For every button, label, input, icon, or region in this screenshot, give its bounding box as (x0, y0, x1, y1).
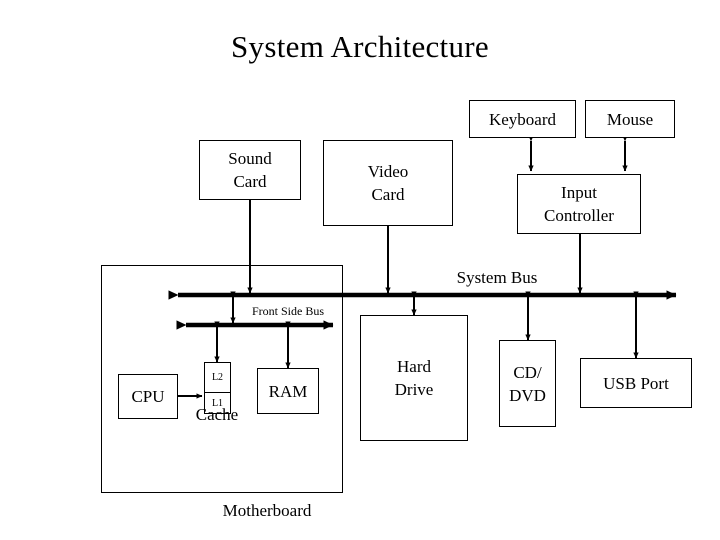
video-card-label: Video Card (367, 162, 409, 204)
mouse-box[interactable]: Mouse (585, 100, 675, 138)
cpu-box[interactable]: CPU (118, 374, 178, 419)
cd-dvd-box[interactable]: CD/DVD (499, 340, 556, 427)
video-card-box[interactable]: Video Card (323, 140, 453, 226)
hard-drive-label: Hard Drive (394, 357, 434, 399)
bus-lines (168, 290, 677, 330)
cache-level-l2-label: L2 (211, 372, 224, 383)
hard-drive-box[interactable]: Hard Drive (360, 315, 468, 441)
cache-level-l2-cell: L2 (205, 363, 230, 393)
front-side-bus-label: Front Side Bus (251, 304, 324, 318)
input-controller-box[interactable]: Input Controller (517, 174, 641, 234)
motherboard-label: Motherboard (222, 501, 312, 520)
cpu-label: CPU (131, 387, 165, 406)
keyboard-box[interactable]: Keyboard (469, 100, 576, 138)
cache-caption: Cache (195, 405, 239, 424)
cd-dvd-label: CD/DVD (509, 362, 546, 405)
system-bus-label: System Bus (456, 268, 538, 287)
ram-box[interactable]: RAM (257, 368, 319, 414)
input-controller-label: Input Controller (544, 183, 614, 225)
mouse-label: Mouse (606, 109, 654, 129)
diagram-canvas: System Architecture System Bus Front Sid… (0, 0, 720, 540)
usb-port-label: USB Port (603, 373, 669, 393)
sound-card-label: Sound Card (228, 149, 272, 191)
ram-label: RAM (268, 381, 308, 401)
keyboard-label: Keyboard (488, 109, 557, 129)
sound-card-box[interactable]: Sound Card (199, 140, 301, 200)
usb-port-box[interactable]: USB Port (580, 358, 692, 408)
